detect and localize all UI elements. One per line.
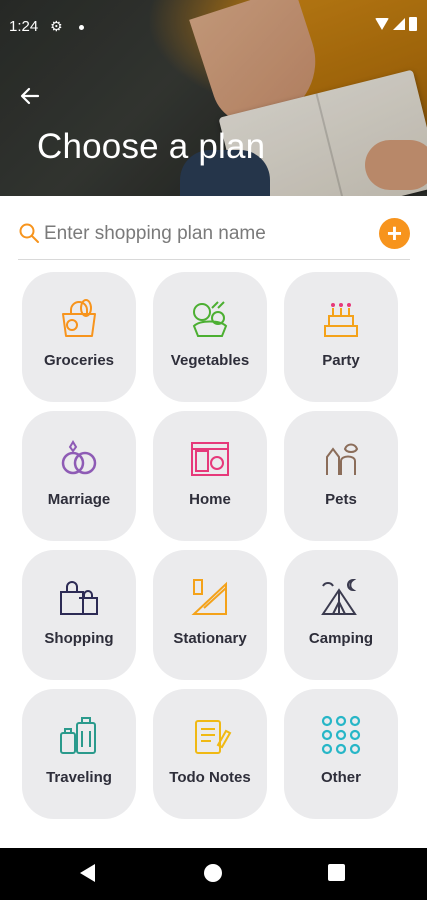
plan-tile-vegetables[interactable]: Vegetables: [153, 272, 267, 402]
page-title: Choose a plan: [37, 127, 266, 166]
add-plan-button[interactable]: +: [379, 218, 410, 249]
home-nav-icon[interactable]: [204, 864, 222, 882]
battery-icon: [409, 17, 417, 31]
cell-signal-icon: [393, 18, 405, 30]
plan-label: Groceries: [43, 352, 115, 369]
plan-tile-camping[interactable]: Camping: [284, 550, 398, 680]
plan-label: Other: [320, 769, 361, 786]
pets-icon: [326, 443, 359, 475]
plan-tile-marriage[interactable]: Marriage: [22, 411, 136, 541]
notification-dot: [79, 25, 84, 30]
system-icons: [375, 17, 417, 31]
back-nav-icon[interactable]: [80, 864, 95, 882]
plan-label: Camping: [308, 630, 374, 647]
wifi-icon: [375, 18, 389, 30]
home-appliances-icon: [191, 442, 229, 476]
status-time: 1:24: [9, 18, 39, 35]
plan-tile-todo-notes[interactable]: Todo Notes: [153, 689, 267, 819]
shopping-bags-icon: [60, 581, 98, 615]
plan-label: Shopping: [44, 630, 114, 647]
ruler-icon: [191, 579, 227, 615]
luggage-icon: [60, 717, 96, 754]
plan-tile-stationary[interactable]: Stationary: [153, 550, 267, 680]
plan-label: Stationary: [173, 630, 247, 647]
dots-grid-icon: [321, 715, 361, 755]
plan-name-input[interactable]: [44, 220, 364, 248]
plan-tile-traveling[interactable]: Traveling: [22, 689, 136, 819]
arrow-left-icon: [20, 87, 40, 105]
plan-tile-party[interactable]: Party: [284, 272, 398, 402]
plan-label: Vegetables: [170, 352, 250, 369]
plan-label: Party: [322, 352, 360, 369]
vegetables-icon: [192, 301, 228, 337]
rings-icon: [61, 440, 97, 475]
search-icon: [19, 223, 39, 243]
back-button[interactable]: [18, 84, 46, 112]
status-bar: 1:24 ⚙: [0, 0, 427, 52]
groceries-bag-icon: [62, 299, 96, 337]
plan-label: Home: [189, 491, 231, 508]
tent-icon: [321, 578, 357, 615]
recents-nav-icon[interactable]: [328, 864, 345, 881]
plan-label: Marriage: [47, 491, 111, 508]
plan-name-search: +: [18, 212, 410, 260]
plan-tile-home[interactable]: Home: [153, 411, 267, 541]
settings-icon: ⚙: [50, 18, 63, 34]
plan-label: Todo Notes: [169, 769, 251, 786]
notes-icon: [195, 720, 232, 754]
plan-tile-pets[interactable]: Pets: [284, 411, 398, 541]
plan-tile-shopping[interactable]: Shopping: [22, 550, 136, 680]
plan-label: Traveling: [46, 769, 112, 786]
system-nav-bar: [0, 848, 427, 900]
cake-icon: [324, 303, 358, 337]
plan-tile-other[interactable]: Other: [284, 689, 398, 819]
plan-label: Pets: [325, 491, 357, 508]
plan-tile-groceries[interactable]: Groceries: [22, 272, 136, 402]
